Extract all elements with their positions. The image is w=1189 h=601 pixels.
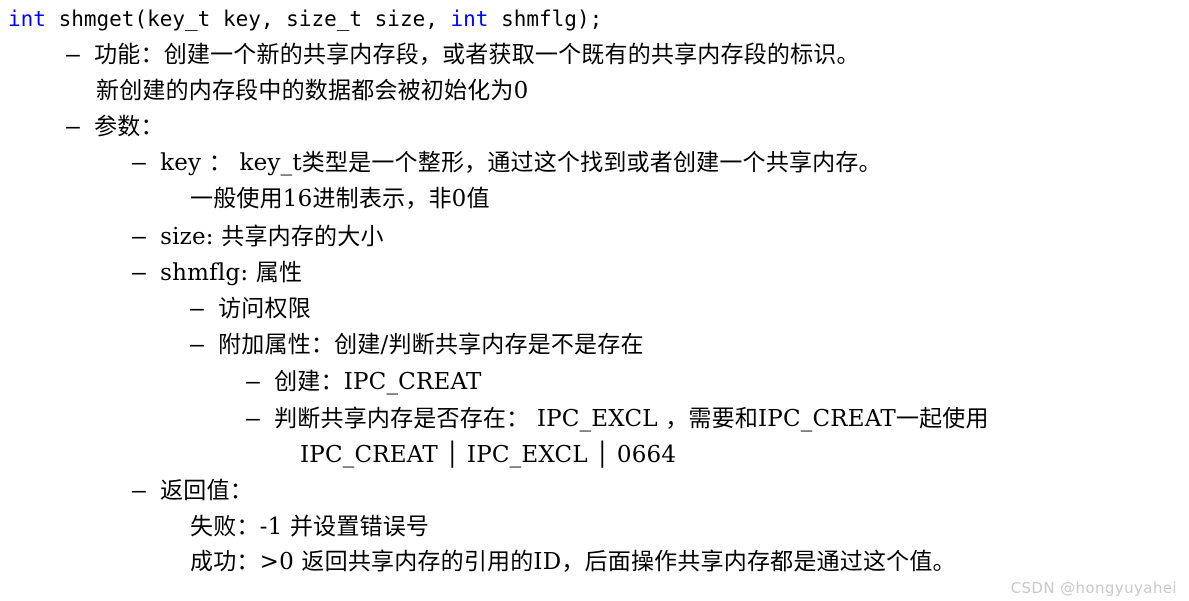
outline-line-init-zero: 新创建的内存段中的数据都会被初始化为0 bbox=[96, 78, 528, 104]
outline-line-ipc-creat: – 创建：IPC_CREAT bbox=[246, 369, 482, 395]
bullet-dash-icon: – bbox=[190, 332, 219, 358]
outline-line-flag-combination: IPC_CREAT │ IPC_EXCL │ 0664 bbox=[300, 442, 676, 468]
outline-line-param-key: – key ： key_t类型是一个整形，通过这个找到或者创建一个共享内存。 bbox=[132, 150, 882, 176]
notes-page: int shmget(key_t key, size_t size, int s… bbox=[0, 0, 1189, 601]
outline-line-return-heading: – 返回值： bbox=[132, 478, 253, 504]
bullet-dash-icon: – bbox=[132, 224, 161, 250]
outline-line-text: 成功：>0 返回共享内存的引用的ID，后面操作共享内存都是通过这个值。 bbox=[190, 549, 956, 575]
outline-line-text: 返回值： bbox=[160, 478, 253, 504]
bullet-dash-icon: – bbox=[246, 406, 275, 432]
outline-line-text: 功能：创建一个新的共享内存段，或者获取一个既有的共享内存段的标识。 bbox=[94, 42, 860, 68]
outline-line-extra-attributes: – 附加属性：创建/判断共享内存是不是存在 bbox=[190, 332, 644, 358]
bullet-dash-icon: – bbox=[66, 114, 95, 140]
bullet-dash-icon: – bbox=[132, 260, 161, 286]
outline-line-text: 新创建的内存段中的数据都会被初始化为0 bbox=[96, 78, 529, 104]
outline-line-param-shmflg: – shmflg: 属性 bbox=[132, 260, 302, 286]
outline-line-text: 判断共享内存是否存在： IPC_EXCL ，需要和IPC_CREAT一起使用 bbox=[274, 406, 989, 432]
function-signature-line: int shmget(key_t key, size_t size, int s… bbox=[8, 6, 602, 32]
signature-middle: shmget(key_t key, size_t size, bbox=[45, 7, 451, 31]
keyword-int-param: int bbox=[450, 7, 489, 31]
keyword-int-return: int bbox=[8, 7, 46, 31]
bullet-dash-icon: – bbox=[190, 296, 219, 322]
outline-line-text: 访问权限 bbox=[218, 296, 311, 322]
outline-line-ipc-excl: – 判断共享内存是否存在： IPC_EXCL ，需要和IPC_CREAT一起使用 bbox=[246, 406, 989, 432]
outline-line-params-heading: – 参数： bbox=[66, 114, 164, 140]
bullet-dash-icon: – bbox=[246, 369, 275, 395]
outline-line-param-size: – size: 共享内存的大小 bbox=[132, 224, 384, 250]
outline-line-text: 失败：-1 并设置错误号 bbox=[190, 514, 430, 540]
outline-line-text: size: 共享内存的大小 bbox=[160, 224, 384, 250]
outline-line-text: IPC_CREAT │ IPC_EXCL │ 0664 bbox=[300, 442, 677, 468]
bullet-dash-icon: – bbox=[132, 478, 161, 504]
outline-line-hex-note: 一般使用16进制表示，非0值 bbox=[190, 186, 490, 212]
outline-line-text: key ： key_t类型是一个整形，通过这个找到或者创建一个共享内存。 bbox=[160, 150, 882, 176]
outline-line-function-desc: – 功能：创建一个新的共享内存段，或者获取一个既有的共享内存段的标识。 bbox=[66, 42, 860, 68]
signature-tail: shmflg); bbox=[488, 7, 603, 31]
bullet-dash-icon: – bbox=[66, 42, 95, 68]
csdn-watermark: CSDN @hongyuyahei bbox=[1010, 579, 1177, 597]
outline-line-text: shmflg: 属性 bbox=[160, 260, 303, 286]
bullet-dash-icon: – bbox=[132, 150, 161, 176]
outline-line-return-failure: 失败：-1 并设置错误号 bbox=[190, 514, 429, 540]
outline-line-return-success: 成功：>0 返回共享内存的引用的ID，后面操作共享内存都是通过这个值。 bbox=[190, 549, 956, 575]
outline-line-text: 参数： bbox=[94, 114, 164, 140]
outline-line-text: 创建：IPC_CREAT bbox=[274, 369, 482, 395]
outline-line-text: 附加属性：创建/判断共享内存是不是存在 bbox=[218, 332, 644, 358]
outline-line-text: 一般使用16进制表示，非0值 bbox=[190, 186, 490, 212]
outline-line-access-permission: – 访问权限 bbox=[190, 296, 311, 322]
